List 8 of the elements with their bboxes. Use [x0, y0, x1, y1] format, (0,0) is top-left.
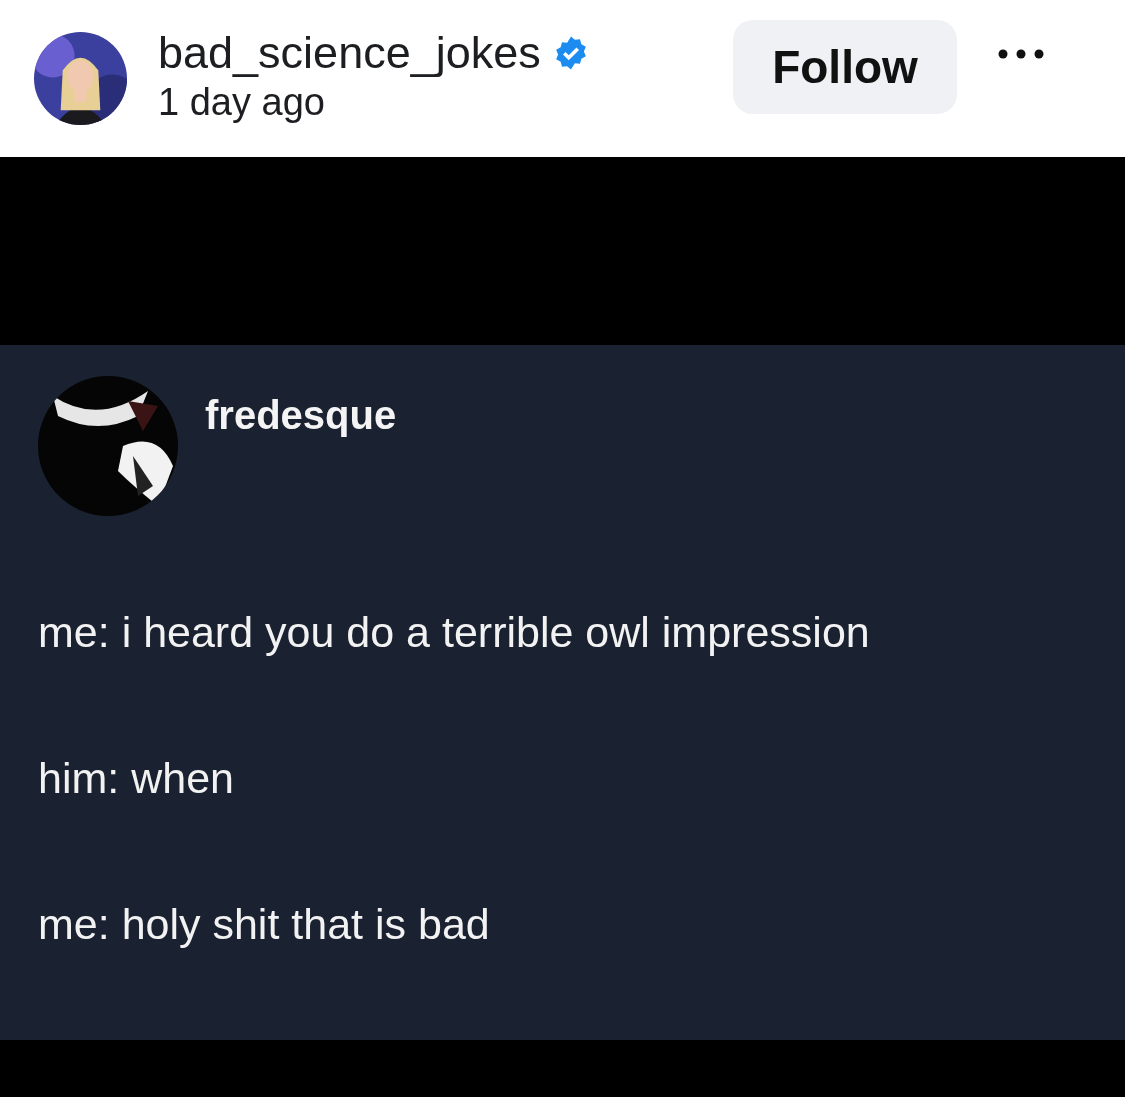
post-text-line: him: when: [38, 753, 235, 804]
post-text-line: me: holy shit that is bad: [38, 899, 491, 950]
author-name: fredesque: [205, 393, 397, 438]
follow-button[interactable]: Follow: [733, 19, 957, 114]
post-time: 1 day ago: [158, 79, 326, 125]
username[interactable]: bad_science_jokes: [158, 26, 541, 79]
more-options-icon[interactable]: [998, 48, 1044, 59]
post-text-line: me: i heard you do a terrible owl impression: [38, 607, 871, 658]
